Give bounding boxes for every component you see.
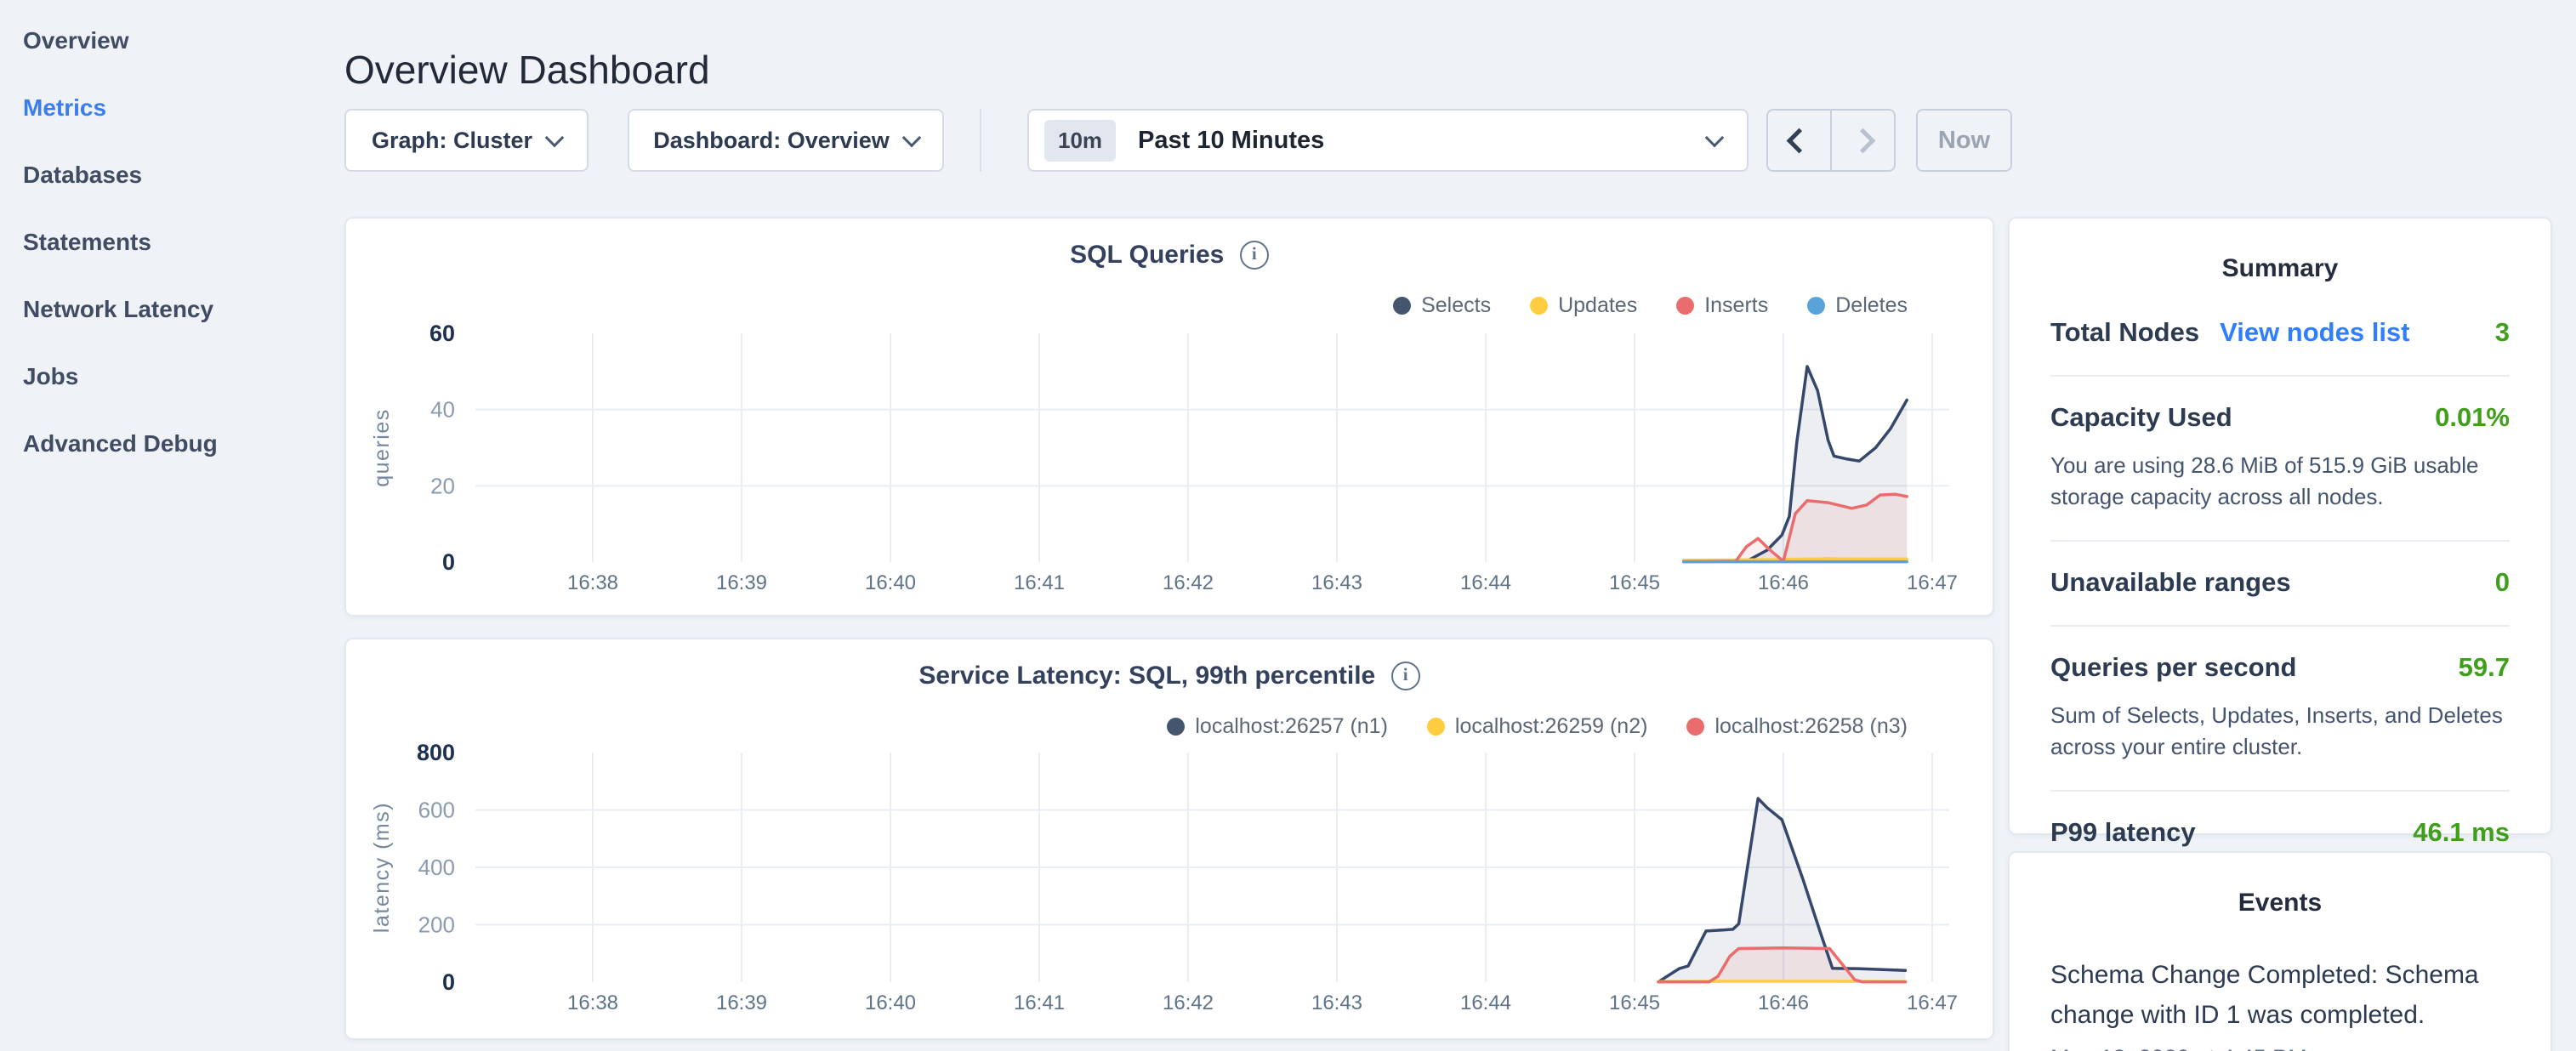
- svg-text:16:40: 16:40: [865, 991, 916, 1014]
- summary-label: Queries per second: [2050, 652, 2296, 683]
- svg-text:16:46: 16:46: [1758, 571, 1809, 594]
- summary-value: 0.01%: [2435, 402, 2510, 433]
- svg-text:16:42: 16:42: [1163, 991, 1214, 1014]
- time-next-button[interactable]: [1832, 111, 1894, 170]
- summary-row-total-nodes: Total Nodes View nodes list 3: [2050, 292, 2510, 377]
- events-panel: Events Schema Change Completed: Schema c…: [2008, 851, 2552, 1051]
- svg-text:600: 600: [418, 798, 455, 823]
- sidebar-item-network-latency[interactable]: Network Latency: [0, 276, 340, 343]
- summary-label: Capacity Used: [2050, 402, 2232, 433]
- time-step-buttons: [1766, 109, 1896, 172]
- summary-label: P99 latency: [2050, 817, 2196, 848]
- summary-title: Summary: [2050, 242, 2510, 292]
- svg-text:16:39: 16:39: [716, 991, 767, 1014]
- chevron-down-icon: [901, 128, 921, 148]
- svg-text:16:46: 16:46: [1758, 991, 1809, 1014]
- sql-queries-chart: 16:38 16:39 16:40 16:41 16:42 16:43 16:44 16:45…: [346, 219, 1996, 618]
- events-title: Events: [2050, 877, 2510, 926]
- svg-text:16:40: 16:40: [865, 571, 916, 594]
- view-nodes-link[interactable]: View nodes list: [2220, 317, 2409, 348]
- event-text: Schema Change Completed: Schema change w…: [2050, 955, 2510, 1035]
- svg-text:16:42: 16:42: [1163, 571, 1214, 594]
- svg-text:16:44: 16:44: [1460, 571, 1511, 594]
- summary-panel: Summary Total Nodes View nodes list 3 Ca…: [2008, 217, 2552, 835]
- time-range-label: Past 10 Minutes: [1138, 127, 1324, 155]
- chevron-down-icon: [1705, 128, 1725, 148]
- summary-value: 3: [2495, 317, 2510, 348]
- summary-row-qps: Queries per second 59.7 Sum of Selects, …: [2050, 627, 2510, 792]
- sidebar-item-databases[interactable]: Databases: [0, 141, 340, 208]
- svg-text:latency (ms): latency (ms): [370, 802, 394, 933]
- sidebar-item-advanced-debug[interactable]: Advanced Debug: [0, 410, 340, 477]
- svg-text:16:39: 16:39: [716, 571, 767, 594]
- dashboard-select[interactable]: Dashboard: Overview: [628, 109, 944, 172]
- chevron-right-icon: [1851, 128, 1876, 153]
- graph-scope-select[interactable]: Graph: Cluster: [344, 109, 589, 172]
- svg-text:200: 200: [418, 912, 455, 938]
- time-prev-button[interactable]: [1768, 111, 1832, 170]
- chevron-down-icon: [545, 128, 565, 148]
- summary-row-capacity: Capacity Used 0.01% You are using 28.6 M…: [2050, 377, 2510, 542]
- service-latency-chart: 16:38 16:39 16:40 16:41 16:42 16:43 16:44 16:45…: [346, 639, 1996, 1042]
- svg-text:20: 20: [430, 473, 455, 498]
- summary-value: 0: [2495, 567, 2510, 598]
- svg-text:16:45: 16:45: [1609, 991, 1660, 1014]
- summary-label: Unavailable ranges: [2050, 567, 2291, 598]
- controls-divider: [980, 109, 981, 172]
- summary-label: Total Nodes: [2050, 317, 2199, 348]
- sidebar-item-metrics[interactable]: Metrics: [0, 74, 340, 141]
- sidebar-item-statements[interactable]: Statements: [0, 208, 340, 276]
- sidebar-item-jobs[interactable]: Jobs: [0, 343, 340, 410]
- time-range-select[interactable]: 10m Past 10 Minutes: [1027, 109, 1749, 172]
- svg-text:16:38: 16:38: [567, 991, 618, 1014]
- svg-text:16:38: 16:38: [567, 571, 618, 594]
- summary-value: 59.7: [2459, 652, 2510, 683]
- page-title: Overview Dashboard: [344, 47, 710, 93]
- dashboard-select-label: Dashboard: Overview: [653, 128, 890, 154]
- svg-text:0: 0: [442, 969, 455, 995]
- svg-text:16:43: 16:43: [1311, 571, 1362, 594]
- svg-text:16:47: 16:47: [1907, 991, 1958, 1014]
- summary-row-unavailable-ranges: Unavailable ranges 0: [2050, 542, 2510, 627]
- sidebar-item-overview[interactable]: Overview: [0, 7, 340, 74]
- graph-scope-label: Graph: Cluster: [372, 128, 532, 154]
- svg-text:queries: queries: [370, 408, 394, 487]
- svg-text:800: 800: [417, 740, 455, 765]
- svg-text:60: 60: [429, 321, 455, 346]
- svg-text:16:44: 16:44: [1460, 991, 1511, 1014]
- now-button[interactable]: Now: [1916, 109, 2012, 172]
- db-console-app: Overview Metrics Databases Statements Ne…: [0, 0, 2576, 1051]
- svg-text:0: 0: [442, 549, 455, 575]
- svg-text:16:43: 16:43: [1311, 991, 1362, 1014]
- svg-text:400: 400: [418, 855, 455, 880]
- svg-text:16:41: 16:41: [1014, 571, 1065, 594]
- summary-description: You are using 28.6 MiB of 515.9 GiB usab…: [2050, 450, 2510, 513]
- summary-description: Sum of Selects, Updates, Inserts, and De…: [2050, 700, 2510, 763]
- sidebar: Overview Metrics Databases Statements Ne…: [0, 0, 340, 1051]
- svg-text:40: 40: [430, 397, 455, 423]
- sql-queries-card: SQL Queries Selects Updates Inserts Dele…: [344, 217, 1994, 616]
- time-range-badge: 10m: [1044, 120, 1116, 162]
- summary-value: 46.1 ms: [2413, 817, 2510, 848]
- service-latency-card: Service Latency: SQL, 99th percentile lo…: [344, 638, 1994, 1040]
- svg-text:16:45: 16:45: [1609, 571, 1660, 594]
- event-date: May 13, 2020 at 4:45 PM: [2050, 1045, 2510, 1051]
- svg-text:16:47: 16:47: [1907, 571, 1958, 594]
- chevron-left-icon: [1787, 128, 1812, 153]
- svg-text:16:41: 16:41: [1014, 991, 1065, 1014]
